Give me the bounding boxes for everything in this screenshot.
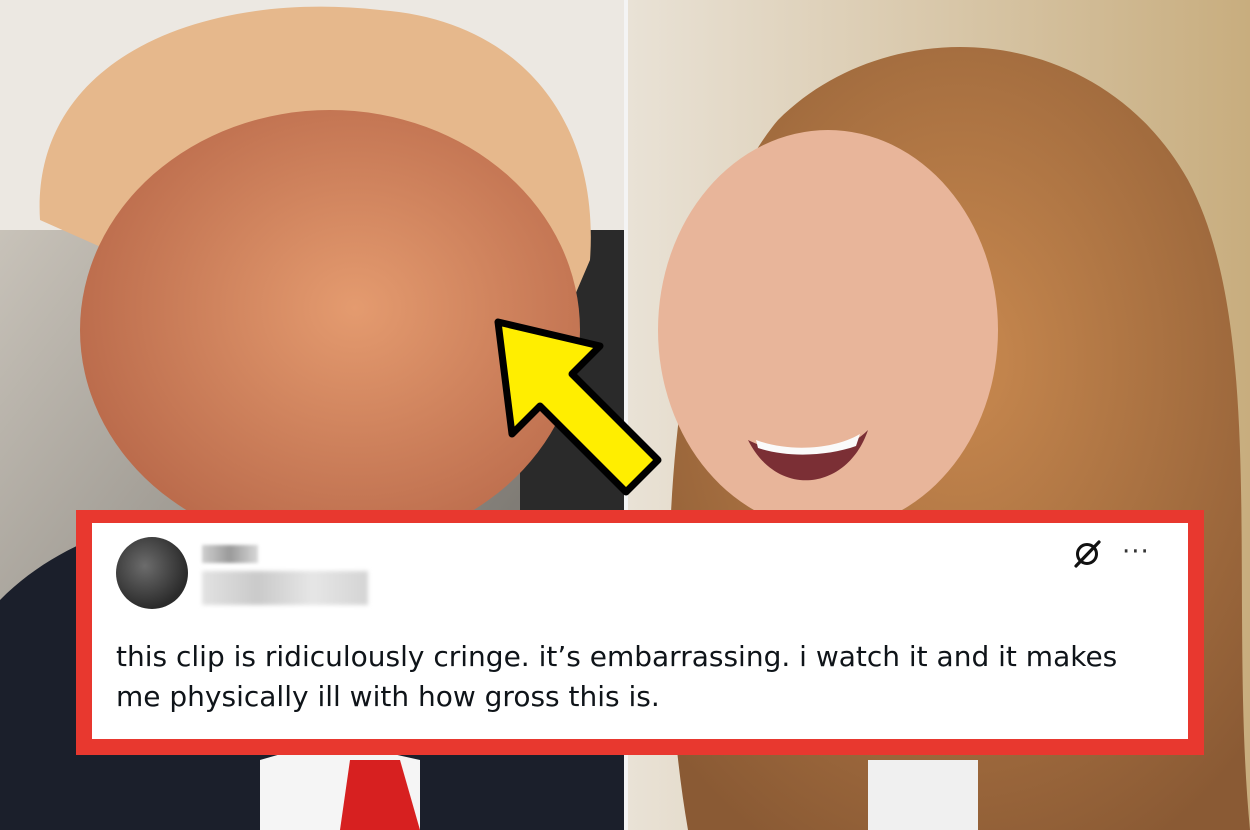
author-handle[interactable]: [202, 571, 368, 605]
more-horizontal-icon[interactable]: ···: [1122, 537, 1150, 567]
arrow-up-left-icon: [494, 318, 662, 496]
author-name[interactable]: [202, 545, 258, 563]
grok-icon[interactable]: [1072, 539, 1102, 569]
tweet-card[interactable]: ··· this clip is ridiculously cringe. it…: [92, 523, 1188, 739]
tweet-text: this clip is ridiculously cringe. it’s e…: [116, 640, 1118, 713]
avatar[interactable]: [116, 537, 188, 609]
